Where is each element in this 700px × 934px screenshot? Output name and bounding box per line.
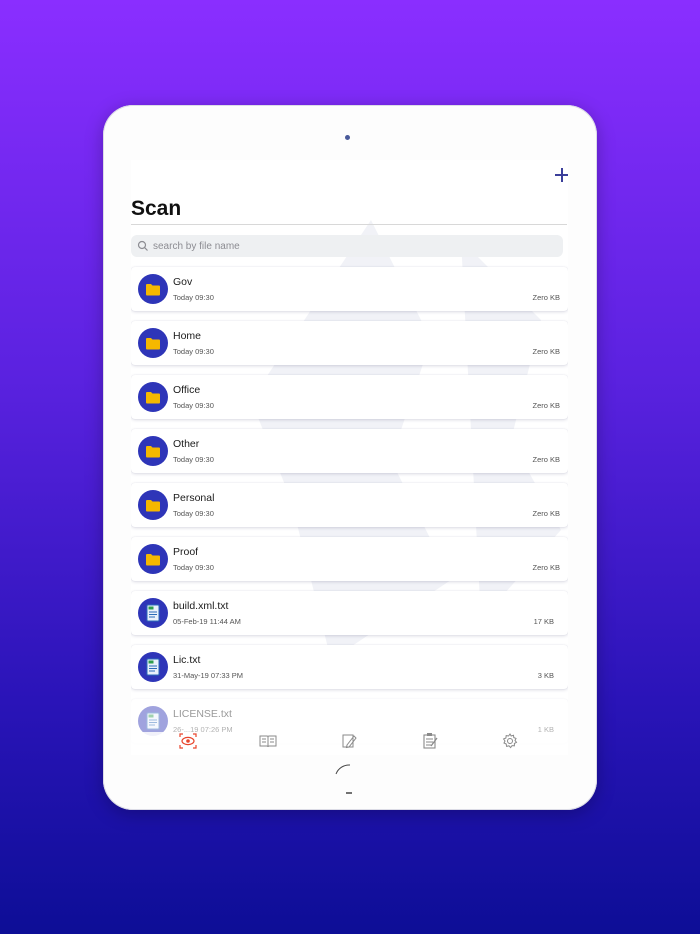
item-date: Today 09:30 xyxy=(173,293,214,302)
tab-bar xyxy=(131,732,568,754)
title-divider xyxy=(131,224,567,225)
item-date: Today 09:30 xyxy=(173,347,214,356)
folder-row[interactable]: Gov Today 09:30 Zero KB xyxy=(131,267,568,311)
item-date: 05-Feb-19 11:44 AM xyxy=(173,617,241,626)
item-name: Other xyxy=(173,438,200,450)
item-date: Today 09:30 xyxy=(173,509,214,518)
folder-icon xyxy=(138,436,168,466)
folder-icon xyxy=(138,328,168,358)
folder-row[interactable]: Home Today 09:30 Zero KB xyxy=(131,321,568,365)
item-name: Home xyxy=(173,330,202,342)
tab-clipboard[interactable] xyxy=(420,732,440,754)
text-file-icon xyxy=(138,652,168,682)
item-size: Zero KB xyxy=(532,293,560,302)
search-bar[interactable] xyxy=(131,235,563,257)
item-name: build.xml.txt xyxy=(173,600,229,612)
file-list: Gov Today 09:30 Zero KB Home Today 09:30 Zero… xyxy=(131,267,568,753)
home-button-ring xyxy=(335,764,352,794)
item-name: Proof xyxy=(173,546,199,558)
item-name: Personal xyxy=(173,492,215,504)
folder-icon xyxy=(138,490,168,520)
folder-row[interactable]: Office Today 09:30 Zero KB xyxy=(131,375,568,419)
search-input[interactable] xyxy=(153,240,533,252)
item-name: LICENSE.txt xyxy=(173,708,232,720)
add-button[interactable] xyxy=(555,168,568,182)
page-title: Scan xyxy=(131,197,182,220)
book-icon xyxy=(259,734,277,753)
folder-icon xyxy=(138,544,168,574)
home-button[interactable] xyxy=(332,762,366,796)
folder-icon xyxy=(138,274,168,304)
folder-row[interactable]: Proof Today 09:30 Zero KB xyxy=(131,537,568,581)
tab-book[interactable] xyxy=(258,734,278,752)
folder-icon xyxy=(138,382,168,412)
item-size: Zero KB xyxy=(532,401,560,410)
item-size: Zero KB xyxy=(532,509,560,518)
settings-gear-icon xyxy=(502,732,518,754)
clipboard-icon xyxy=(422,732,438,754)
front-camera xyxy=(345,135,350,140)
item-size: Zero KB xyxy=(532,455,560,464)
app-screen: Scan Gov Today 09:30 Zero KB Home Today 09:3… xyxy=(131,160,568,755)
folder-row[interactable]: Other Today 09:30 Zero KB xyxy=(131,429,568,473)
item-name: Office xyxy=(173,384,201,396)
item-size: 3 KB xyxy=(537,671,554,680)
file-row[interactable]: build.xml.txt 05-Feb-19 11:44 AM 17 KB xyxy=(131,591,568,635)
item-date: Today 09:30 xyxy=(173,455,214,464)
file-row[interactable]: Lic.txt 31-May-19 07:33 PM 3 KB xyxy=(131,645,568,689)
item-date: Today 09:30 xyxy=(173,401,214,410)
item-size: 17 KB xyxy=(533,617,554,626)
document-edit-icon xyxy=(341,733,357,754)
text-file-icon xyxy=(138,598,168,628)
item-size: Zero KB xyxy=(532,347,560,356)
tab-document-edit[interactable] xyxy=(339,734,359,752)
item-date: 31-May-19 07:33 PM xyxy=(173,671,244,680)
item-date: Today 09:30 xyxy=(173,563,214,572)
folder-row[interactable]: Personal Today 09:30 Zero KB xyxy=(131,483,568,527)
item-name: Gov xyxy=(173,276,193,288)
item-name: Lic.txt xyxy=(173,654,201,666)
item-size: Zero KB xyxy=(532,563,560,572)
tab-scan-eye[interactable] xyxy=(178,732,198,754)
tab-settings-gear[interactable] xyxy=(500,732,520,754)
search-icon xyxy=(137,240,148,251)
scan-eye-icon xyxy=(179,732,197,754)
